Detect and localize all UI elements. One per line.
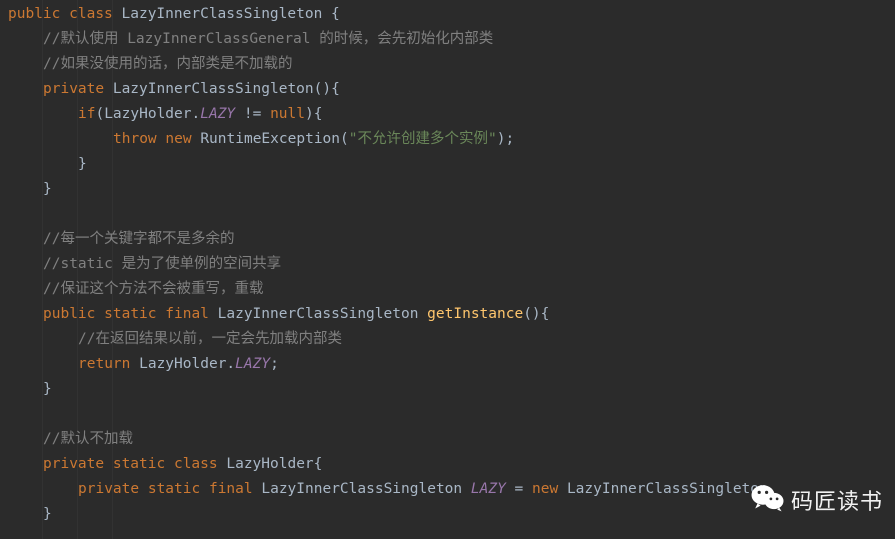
code-token: //如果没使用的话，内部类是不加载的 [43,56,293,72]
code-line[interactable]: } [0,152,895,177]
code-line[interactable]: } [0,177,895,202]
code-line[interactable]: throw new RuntimeException("不允许创建多个实例"); [0,127,895,152]
code-line[interactable]: //保证这个方法不会被重写，重载 [0,277,895,302]
code-line[interactable]: //默认不加载 [0,427,895,452]
code-token: final [165,306,209,322]
code-token: LazyHolder. [130,356,236,372]
code-line[interactable]: private static final LazyInnerClassSingl… [0,477,895,502]
code-line[interactable]: //默认使用 LazyInnerClassGeneral 的时候，会先初始化内部… [0,27,895,52]
code-token: } [43,181,52,197]
code-token: ; [270,356,279,372]
code-token: ){ [305,106,323,122]
code-line[interactable]: public static final LazyInnerClassSingle… [0,302,895,327]
code-token: LazyHolder [226,456,314,472]
code-token: LazyInnerClassSingleton [566,481,768,497]
code-token: } [43,506,52,522]
code-token: ( [340,131,349,147]
code-token: //static 是为了使单例的空间共享 [43,256,282,272]
code-token: ); [496,131,515,147]
code-line[interactable]: } [0,502,895,527]
code-area[interactable]: public class LazyInnerClassSingleton { //… [0,0,895,527]
code-token: class [173,456,218,472]
code-line[interactable]: } [0,377,895,402]
code-line[interactable] [0,402,895,427]
code-token: throw [113,131,157,147]
code-token: != [235,106,271,122]
code-token: public [8,6,61,22]
code-token: static [147,481,201,497]
code-token: LAZY [200,106,236,122]
code-token: = [505,481,533,497]
code-token: return [78,356,131,372]
code-token: null [270,106,305,122]
code-token: private [78,481,140,497]
code-token: //在返回结果以前，一定会先加载内部类 [78,331,342,347]
code-token: static [104,306,157,322]
code-token: private [43,456,105,472]
code-token: (){ [523,306,550,322]
code-line[interactable]: private LazyInnerClassSingleton(){ [0,77,895,102]
code-line[interactable]: //在返回结果以前，一定会先加载内部类 [0,327,895,352]
code-line[interactable]: //如果没使用的话，内部类是不加载的 [0,52,895,77]
code-token: LazyInnerClassSingleton [121,6,323,22]
code-token: { [322,6,340,22]
code-token: final [208,481,253,497]
code-token: } [78,156,87,172]
code-token: } [43,381,52,397]
code-line[interactable]: //每一个关键字都不是多余的 [0,227,895,252]
code-token: LAZY [470,481,506,497]
code-token: getInstance [427,306,524,322]
code-token: //每一个关键字都不是多余的 [43,231,235,247]
code-token: LazyInnerClassSingleton [217,306,419,322]
code-token: //默认使用 LazyInnerClassGeneral 的时候，会先初始化内部… [43,31,494,47]
code-line[interactable]: return LazyHolder.LAZY; [0,352,895,377]
code-token: static [112,456,166,472]
code-token: LazyInnerClassSingleton [261,481,463,497]
code-token: LAZY [235,356,271,372]
code-line[interactable]: //static 是为了使单例的空间共享 [0,252,895,277]
code-token: new [165,131,192,147]
code-token: LazyInnerClassSingleton [112,81,314,97]
code-line[interactable] [0,202,895,227]
code-token: (){ [313,81,340,97]
code-token: "不允许创建多个实例" [348,131,497,147]
code-token: { [313,456,323,472]
code-token: class [69,6,113,22]
code-line[interactable]: private static class LazyHolder{ [0,452,895,477]
code-token: if [78,106,96,122]
code-token: (LazyHolder. [95,106,201,122]
code-line[interactable]: if(LazyHolder.LAZY != null){ [0,102,895,127]
code-token: public [43,306,96,322]
code-token: new [532,481,559,497]
code-editor-screenshot: public class LazyInnerClassSingleton { //… [0,0,895,539]
code-token: //保证这个方法不会被重写，重载 [43,281,264,297]
code-token: RuntimeException [200,131,341,147]
code-token: //默认不加载 [43,431,133,447]
code-line[interactable]: public class LazyInnerClassSingleton { [0,2,895,27]
code-token: private [43,81,105,97]
